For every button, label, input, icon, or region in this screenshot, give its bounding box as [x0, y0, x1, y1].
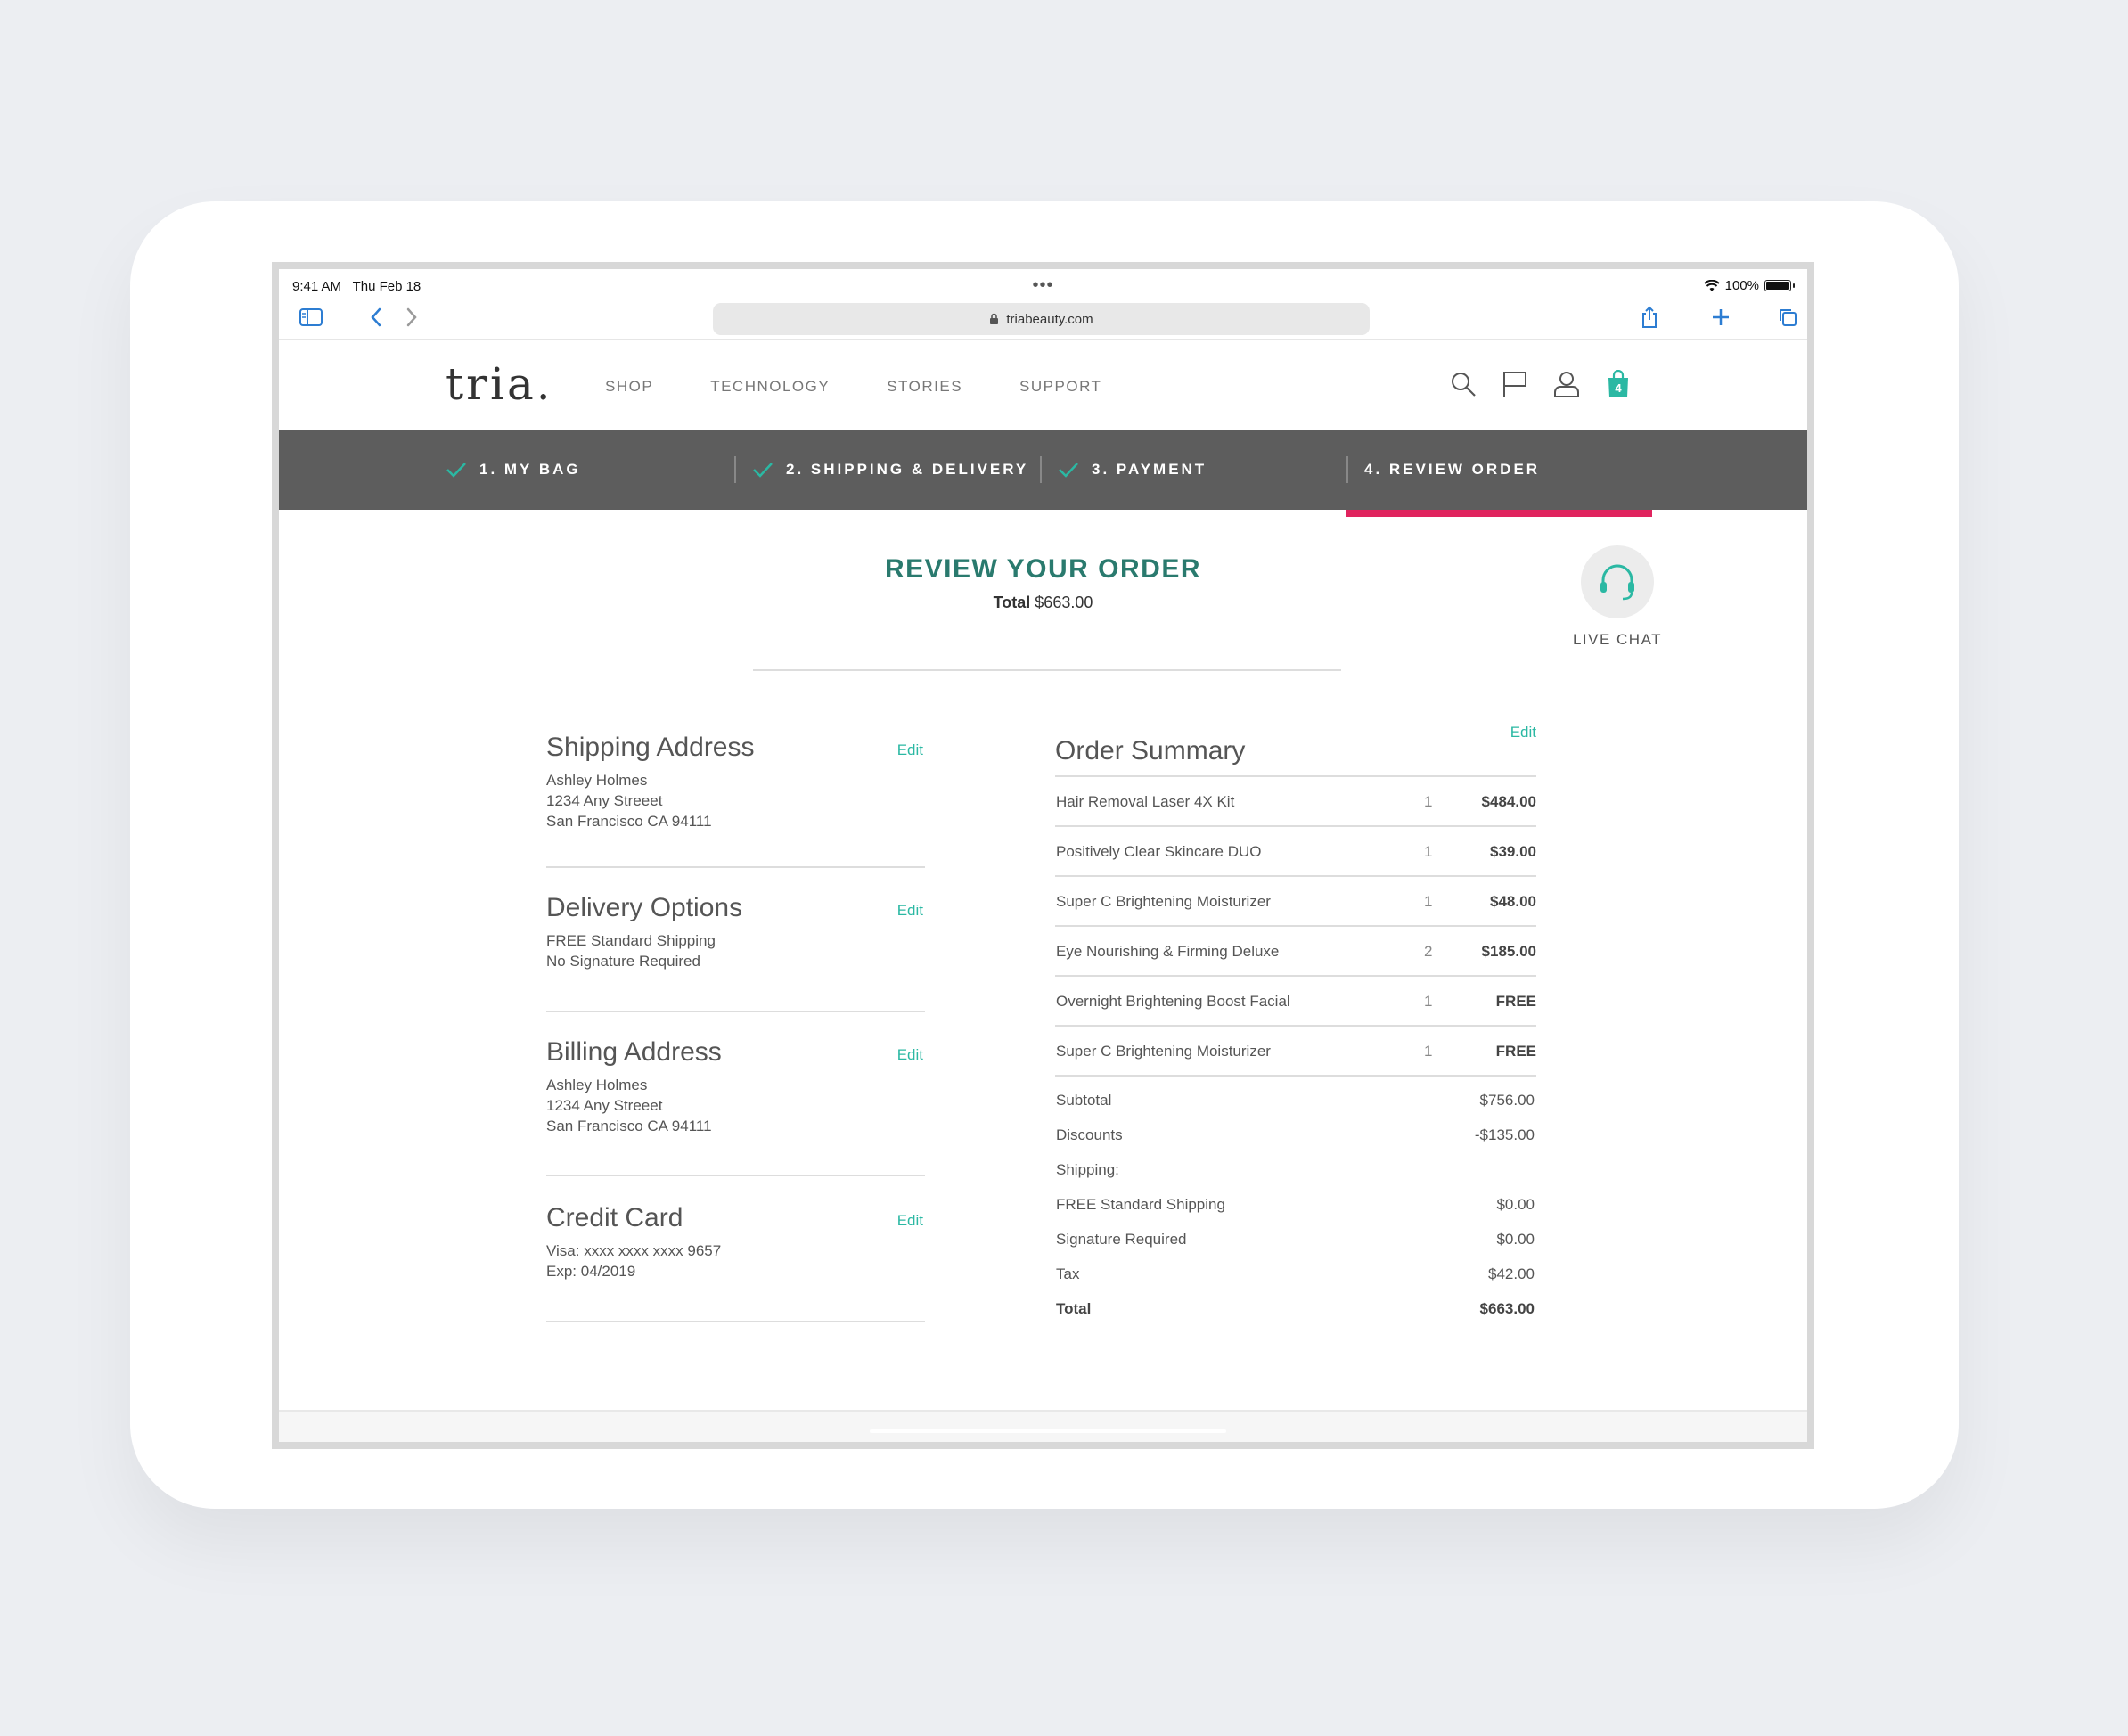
order-items: Hair Removal Laser 4X Kit 1 $484.00 Positi… — [1055, 775, 1536, 1077]
order-item: Eye Nourishing & Firming Deluxe 2 $185.00 — [1055, 927, 1536, 977]
section-title: Credit Card — [546, 1203, 683, 1232]
order-item: Positively Clear Skincare DUO 1 $39.00 — [1055, 827, 1536, 877]
back-icon[interactable] — [362, 303, 390, 332]
tax-row: Tax $42.00 — [1056, 1265, 1535, 1282]
wifi-icon — [1703, 279, 1720, 291]
check-icon — [1059, 463, 1078, 478]
shipping-address-section: Shipping Address Edit Ashley Holmes 1234… — [546, 733, 925, 868]
status-bar: 9:41 AM Thu Feb 18 ••• 100% — [279, 269, 1807, 298]
step-review-order[interactable]: 4. REVIEW ORDER — [1346, 430, 1540, 510]
section-title: Delivery Options — [546, 893, 743, 922]
edit-shipping-link[interactable]: Edit — [897, 741, 923, 759]
sidebar-icon[interactable] — [297, 303, 325, 332]
address-bar[interactable]: triabeauty.com — [713, 303, 1370, 335]
browser-screen: 9:41 AM Thu Feb 18 ••• 100% triabeauty.c… — [272, 262, 1814, 1449]
home-indicator[interactable] — [870, 1429, 1226, 1433]
flag-icon[interactable] — [1502, 369, 1528, 399]
edit-billing-link[interactable]: Edit — [897, 1046, 923, 1064]
share-icon[interactable] — [1635, 303, 1664, 332]
bottom-bar — [279, 1410, 1807, 1442]
billing-address-section: Billing Address Edit Ashley Holmes 1234 … — [546, 1012, 925, 1176]
step-payment[interactable]: 3. PAYMENT — [1040, 430, 1207, 510]
site-header: tria. SHOP TECHNOLOGY STORIES SUPPORT 4 — [279, 342, 1807, 430]
nav-technology[interactable]: TECHNOLOGY — [710, 378, 830, 396]
divider — [753, 669, 1341, 671]
search-icon[interactable] — [1450, 369, 1477, 399]
browser-toolbar: triabeauty.com — [279, 298, 1807, 340]
nav-stories[interactable]: STORIES — [887, 378, 962, 396]
delivery-lines: FREE Standard Shipping No Signature Requ… — [546, 932, 716, 970]
main-nav: SHOP TECHNOLOGY STORIES SUPPORT — [605, 378, 1101, 396]
status-time: 9:41 AM Thu Feb 18 — [292, 279, 422, 294]
check-icon — [753, 463, 773, 478]
tabs-icon[interactable] — [1773, 303, 1802, 332]
credit-card-section: Credit Card Edit Visa: xxxx xxxx xxxx 96… — [546, 1176, 925, 1322]
order-item: Hair Removal Laser 4X Kit 1 $484.00 — [1055, 777, 1536, 827]
checkout-steps: 1. MY BAG 2. SHIPPING & DELIVERY 3. PAYM… — [279, 430, 1807, 510]
step-shipping-delivery[interactable]: 2. SHIPPING & DELIVERY — [734, 430, 1028, 510]
lock-icon — [990, 313, 999, 324]
total-row: Total $663.00 — [1056, 1300, 1535, 1317]
signature-row: Signature Required $0.00 — [1056, 1231, 1535, 1248]
edit-summary-link[interactable]: Edit — [1510, 724, 1536, 741]
nav-support[interactable]: SUPPORT — [1019, 378, 1101, 396]
order-item: Overnight Brightening Boost Facial 1 FREE — [1055, 977, 1536, 1027]
step-my-bag[interactable]: 1. MY BAG — [446, 430, 581, 510]
shipping-row: Shipping: — [1056, 1161, 1119, 1178]
live-chat-label: LIVE CHAT — [1572, 631, 1663, 648]
section-title: Shipping Address — [546, 733, 755, 762]
multitask-dots-icon[interactable]: ••• — [1032, 275, 1053, 296]
header-icons: 4 — [1450, 369, 1632, 399]
card-lines: Visa: xxxx xxxx xxxx 9657 Exp: 04/2019 — [546, 1242, 722, 1280]
step-separator — [1346, 456, 1348, 483]
nav-shop[interactable]: SHOP — [605, 378, 653, 396]
order-item: Super C Brightening Moisturizer 1 FREE — [1055, 1027, 1536, 1077]
billing-lines: Ashley Holmes 1234 Any Streeet San Franc… — [546, 1077, 712, 1134]
status-right: 100% — [1703, 278, 1795, 293]
bag-icon[interactable]: 4 — [1605, 369, 1632, 399]
step-separator — [734, 456, 736, 483]
url-text: triabeauty.com — [1006, 311, 1093, 327]
subtotal-row: Subtotal $756.00 — [1056, 1092, 1535, 1109]
section-title: Billing Address — [546, 1037, 722, 1067]
standard-shipping-row: FREE Standard Shipping $0.00 — [1056, 1196, 1535, 1213]
active-step-indicator — [1346, 510, 1652, 517]
check-icon — [446, 463, 466, 478]
order-totals: Subtotal $756.00 Discounts -$135.00 Shippi… — [1055, 1087, 1536, 1331]
headset-icon — [1581, 545, 1654, 618]
account-icon[interactable] — [1553, 369, 1580, 399]
tria-logo[interactable]: tria. — [446, 358, 553, 410]
live-chat-button[interactable]: LIVE CHAT — [1564, 545, 1671, 649]
order-item: Super C Brightening Moisturizer 1 $48.00 — [1055, 877, 1536, 927]
edit-card-link[interactable]: Edit — [897, 1212, 923, 1230]
bag-count: 4 — [1615, 381, 1622, 395]
summary-title: Order Summary — [1055, 736, 1246, 766]
battery-percent: 100% — [1724, 278, 1759, 293]
battery-icon — [1764, 280, 1795, 291]
step-separator — [1040, 456, 1042, 483]
order-summary: Edit Order Summary Hair Removal Laser 4X… — [1055, 715, 1536, 1331]
checkout-details: Shipping Address Edit Ashley Holmes 1234… — [546, 733, 925, 1322]
forward-icon[interactable] — [397, 303, 426, 332]
delivery-options-section: Delivery Options Edit FREE Standard Ship… — [546, 868, 925, 1012]
discounts-row: Discounts -$135.00 — [1056, 1126, 1535, 1143]
plus-icon[interactable] — [1706, 303, 1735, 332]
edit-delivery-link[interactable]: Edit — [897, 902, 923, 920]
shipping-lines: Ashley Holmes 1234 Any Streeet San Franc… — [546, 772, 712, 830]
